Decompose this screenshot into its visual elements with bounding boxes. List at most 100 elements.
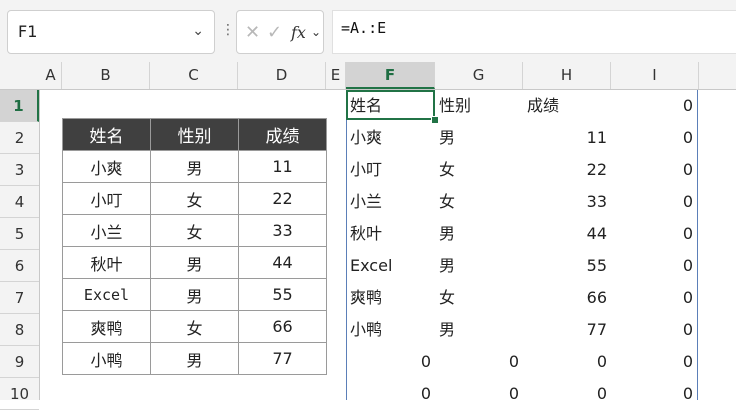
spill-cell[interactable]: 44 bbox=[523, 218, 611, 250]
chevron-down-icon[interactable]: ⌄ bbox=[192, 23, 204, 39]
formula-text[interactable]: =A.:E bbox=[341, 19, 386, 37]
spill-cell[interactable]: 0 bbox=[346, 346, 435, 378]
cell[interactable]: 女 bbox=[150, 310, 239, 343]
row-header-8[interactable]: 8 bbox=[0, 314, 39, 346]
spill-cell[interactable]: 性别 bbox=[435, 90, 523, 122]
spill-cell[interactable]: 男 bbox=[435, 250, 523, 282]
table-row: 小叮 女 22 bbox=[62, 182, 327, 215]
spill-cell[interactable]: 小鸭 bbox=[346, 314, 435, 346]
spill-cell[interactable]: 0 bbox=[611, 218, 697, 250]
row-header-3[interactable]: 3 bbox=[0, 154, 39, 186]
cell[interactable]: 小鸭 bbox=[62, 342, 151, 375]
header-cell-gender[interactable]: 性别 bbox=[150, 118, 239, 151]
column-header-h[interactable]: H bbox=[523, 62, 611, 89]
fx-icon[interactable]: fx bbox=[291, 23, 306, 42]
spill-cell[interactable]: 0 bbox=[611, 250, 697, 282]
spill-cell[interactable]: 77 bbox=[523, 314, 611, 346]
cell[interactable]: 小爽 bbox=[62, 150, 151, 183]
name-box[interactable]: F1 ⌄ bbox=[7, 10, 215, 54]
spill-cell[interactable]: 男 bbox=[435, 218, 523, 250]
row-header-7[interactable]: 7 bbox=[0, 282, 39, 314]
source-table: 姓名 性别 成绩 小爽 男 11 小叮 女 22 小兰 女 33 秋叶 男 44… bbox=[62, 118, 327, 375]
spill-cell[interactable]: 爽鸭 bbox=[346, 282, 435, 314]
column-header-a[interactable]: A bbox=[40, 62, 62, 89]
spill-cell[interactable]: 11 bbox=[523, 122, 611, 154]
cell[interactable]: Excel bbox=[62, 278, 151, 311]
header-cell-name[interactable]: 姓名 bbox=[62, 118, 151, 151]
column-header-c[interactable]: C bbox=[150, 62, 238, 89]
name-box-value[interactable]: F1 bbox=[18, 22, 37, 41]
spill-cell[interactable]: 女 bbox=[435, 154, 523, 186]
spill-cell[interactable]: 小叮 bbox=[346, 154, 435, 186]
spill-cell[interactable]: 22 bbox=[523, 154, 611, 186]
spill-cell[interactable]: 0 bbox=[611, 154, 697, 186]
cell[interactable]: 44 bbox=[238, 246, 327, 279]
row-header-2[interactable]: 2 bbox=[0, 122, 39, 154]
spill-cell[interactable]: 0 bbox=[346, 378, 435, 410]
column-header-f[interactable]: F bbox=[346, 62, 435, 89]
table-row: 小兰 女 33 bbox=[62, 214, 327, 247]
row-header-9[interactable]: 9 bbox=[0, 346, 39, 378]
active-cell-f1[interactable] bbox=[346, 90, 435, 120]
fill-handle[interactable] bbox=[431, 116, 439, 124]
spill-cell[interactable]: 0 bbox=[611, 90, 697, 122]
spill-cell[interactable]: 女 bbox=[435, 186, 523, 218]
row-header-5[interactable]: 5 bbox=[0, 218, 39, 250]
formula-buttons: ✕ ✓ fx ⌄ bbox=[236, 10, 324, 54]
spill-cell[interactable]: 男 bbox=[435, 314, 523, 346]
spill-cell[interactable]: Excel bbox=[346, 250, 435, 282]
column-header-i[interactable]: I bbox=[611, 62, 699, 89]
cell[interactable]: 66 bbox=[238, 310, 327, 343]
spill-cell[interactable]: 男 bbox=[435, 122, 523, 154]
spill-cell[interactable]: 成绩 bbox=[523, 90, 611, 122]
spill-cell[interactable]: 秋叶 bbox=[346, 218, 435, 250]
spill-cell[interactable]: 0 bbox=[611, 378, 697, 410]
column-header-g[interactable]: G bbox=[435, 62, 523, 89]
spill-cell[interactable]: 66 bbox=[523, 282, 611, 314]
spill-cell[interactable]: 0 bbox=[611, 122, 697, 154]
spill-cell[interactable]: 0 bbox=[611, 186, 697, 218]
cell[interactable]: 小兰 bbox=[62, 214, 151, 247]
header-cell-score[interactable]: 成绩 bbox=[238, 118, 327, 151]
cell[interactable]: 22 bbox=[238, 182, 327, 215]
spill-cell[interactable]: 55 bbox=[523, 250, 611, 282]
cell[interactable]: 秋叶 bbox=[62, 246, 151, 279]
formula-input[interactable]: =A.:E bbox=[332, 10, 736, 54]
spill-cell[interactable]: 0 bbox=[611, 282, 697, 314]
check-icon[interactable]: ✓ bbox=[267, 22, 282, 43]
spill-cell[interactable]: 0 bbox=[435, 378, 523, 410]
row-header-1[interactable]: 1 bbox=[0, 90, 39, 122]
vertical-ellipsis-icon[interactable]: ⋮ bbox=[221, 22, 235, 38]
cell[interactable]: 爽鸭 bbox=[62, 310, 151, 343]
spill-cell[interactable]: 0 bbox=[611, 314, 697, 346]
column-header-d[interactable]: D bbox=[238, 62, 326, 89]
cell[interactable]: 男 bbox=[150, 150, 239, 183]
spill-cell[interactable]: 小爽 bbox=[346, 122, 435, 154]
cell[interactable]: 男 bbox=[150, 342, 239, 375]
row-header-6[interactable]: 6 bbox=[0, 250, 39, 282]
x-icon[interactable]: ✕ bbox=[245, 22, 260, 43]
column-header-b[interactable]: B bbox=[62, 62, 150, 89]
column-header-e[interactable]: E bbox=[326, 62, 346, 89]
cell[interactable]: 男 bbox=[150, 246, 239, 279]
table-header-row: 姓名 性别 成绩 bbox=[62, 118, 327, 151]
chevron-down-icon[interactable]: ⌄ bbox=[311, 25, 321, 39]
cell[interactable]: 33 bbox=[238, 214, 327, 247]
spill-cell[interactable]: 小兰 bbox=[346, 186, 435, 218]
cell[interactable]: 11 bbox=[238, 150, 327, 183]
cell[interactable]: 小叮 bbox=[62, 182, 151, 215]
cell[interactable]: 女 bbox=[150, 182, 239, 215]
spill-cell[interactable]: 0 bbox=[523, 346, 611, 378]
cell[interactable]: 女 bbox=[150, 214, 239, 247]
cell[interactable]: 77 bbox=[238, 342, 327, 375]
row-header-10[interactable]: 10 bbox=[0, 378, 39, 410]
formula-bar: F1 ⌄ ⋮ ✕ ✓ fx ⌄ =A.:E bbox=[0, 0, 736, 62]
spill-cell[interactable]: 0 bbox=[435, 346, 523, 378]
spill-cell[interactable]: 女 bbox=[435, 282, 523, 314]
spill-cell[interactable]: 0 bbox=[611, 346, 697, 378]
spill-cell[interactable]: 0 bbox=[523, 378, 611, 410]
cell[interactable]: 男 bbox=[150, 278, 239, 311]
cell[interactable]: 55 bbox=[238, 278, 327, 311]
spill-cell[interactable]: 33 bbox=[523, 186, 611, 218]
row-header-4[interactable]: 4 bbox=[0, 186, 39, 218]
